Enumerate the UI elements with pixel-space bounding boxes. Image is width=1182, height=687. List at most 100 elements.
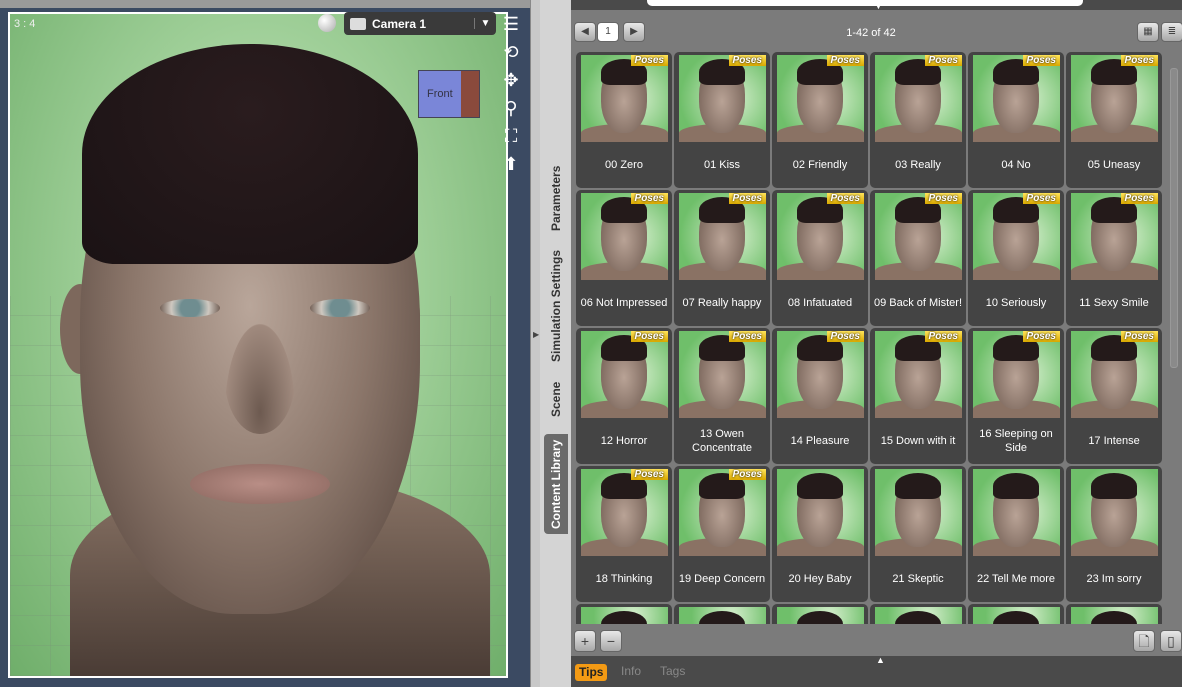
pose-badge: Poses [630,193,668,204]
pose-badge: Poses [1022,55,1060,66]
panel-splitter[interactable]: ▶ [530,0,540,687]
tab-info[interactable]: Info [621,664,641,679]
library-item[interactable]: Poses 10 Seriously [968,190,1064,326]
item-thumbnail [875,607,962,624]
pose-badge: Poses [1120,193,1158,204]
search-input[interactable] [647,0,1083,6]
pan-icon[interactable]: ✥ [503,68,518,92]
library-item[interactable]: Poses 04 No [968,52,1064,188]
figure-eye [310,299,370,317]
item-label: 15 Down with it [880,435,956,447]
figure-lips [190,464,330,504]
library-item[interactable] [870,604,966,624]
item-thumbnail: Poses [875,55,962,142]
library-item[interactable]: Poses 06 Not Impressed [576,190,672,326]
item-thumbnail: Poses [973,55,1060,142]
item-label: 22 Tell Me more [976,573,1056,585]
library-item[interactable]: 20 Hey Baby [772,466,868,602]
item-thumbnail: Poses [679,193,766,280]
library-item[interactable]: 21 Skeptic [870,466,966,602]
library-item[interactable]: Poses 17 Intense [1066,328,1162,464]
pose-badge: Poses [826,331,864,342]
library-item[interactable]: 22 Tell Me more [968,466,1064,602]
library-item[interactable]: Poses 08 Infatuated [772,190,868,326]
library-item[interactable]: Poses 11 Sexy Smile [1066,190,1162,326]
library-item[interactable]: Poses 15 Down with it [870,328,966,464]
library-item[interactable]: Poses 01 Kiss [674,52,770,188]
library-item[interactable]: Poses 03 Really [870,52,966,188]
tab-tips[interactable]: Tips [575,664,608,681]
item-thumbnail [973,469,1060,556]
aspect-ratio-label: 3 : 4 [14,18,36,30]
tab-simulation-settings[interactable]: Simulation Settings [544,246,568,366]
chevron-down-icon[interactable]: ▼ [474,18,496,29]
item-label: 16 Sleeping on Side [979,428,1053,454]
file-icon[interactable]: ▯ [1160,630,1182,652]
item-label: 01 Kiss [703,159,741,171]
item-thumbnail: Poses [875,193,962,280]
item-label: 20 Hey Baby [788,573,852,585]
item-thumbnail: Poses [581,331,668,418]
orbit-icon[interactable]: ⟲ [503,40,518,64]
library-item[interactable]: Poses 00 Zero [576,52,672,188]
item-label: 02 Friendly [792,159,848,171]
library-item[interactable] [968,604,1064,624]
draw-style-sphere-icon[interactable] [318,14,336,32]
add-button[interactable]: + [574,630,596,652]
tab-parameters[interactable]: Parameters [544,158,568,238]
item-label: 00 Zero [605,159,643,171]
item-thumbnail: Poses [777,331,864,418]
grid-view-button[interactable]: ▦ [1137,22,1159,42]
item-thumbnail: Poses [679,469,766,556]
pose-badge: Poses [728,331,766,342]
expand-arrow-icon[interactable]: ▼ [874,2,883,11]
item-thumbnail: Poses [777,193,864,280]
scrollbar-thumb[interactable] [1170,68,1178,368]
library-item[interactable]: Poses 05 Uneasy [1066,52,1162,188]
library-item[interactable] [576,604,672,624]
frame-icon[interactable]: ⛶ [505,124,518,148]
library-item[interactable]: Poses 07 Really happy [674,190,770,326]
tab-content-library[interactable]: Content Library [544,434,568,534]
library-item[interactable]: Poses 12 Horror [576,328,672,464]
library-item[interactable] [674,604,770,624]
library-item[interactable]: Poses 16 Sleeping on Side [968,328,1064,464]
item-thumbnail [875,469,962,556]
pose-badge: Poses [924,55,962,66]
pose-badge: Poses [826,193,864,204]
scrollbar[interactable] [1168,52,1180,624]
list-view-button[interactable]: ≣ [1161,22,1182,42]
library-item[interactable]: Poses 09 Back of Mister! [870,190,966,326]
library-item[interactable]: 23 Im sorry [1066,466,1162,602]
item-thumbnail [973,607,1060,624]
camera-icon [350,17,366,30]
library-item[interactable]: Poses 02 Friendly [772,52,868,188]
view-cube[interactable]: Front [418,70,480,118]
pose-badge: Poses [630,55,668,66]
pose-badge: Poses [924,331,962,342]
library-item[interactable]: Poses 14 Pleasure [772,328,868,464]
item-label: 10 Seriously [985,297,1047,309]
library-item[interactable]: Poses 19 Deep Concern [674,466,770,602]
item-thumbnail [777,469,864,556]
library-item[interactable] [772,604,868,624]
library-item[interactable]: Poses 13 Owen Concentrate [674,328,770,464]
item-thumbnail: Poses [1071,331,1158,418]
menu-icon[interactable]: ☰ [503,12,519,36]
tab-tags[interactable]: Tags [660,664,685,679]
remove-button[interactable]: − [600,630,622,652]
item-label: 04 No [1001,159,1031,171]
tab-scene[interactable]: Scene [544,376,568,422]
expand-up-icon[interactable]: ▲ [876,656,885,665]
item-label: 03 Really [895,159,941,171]
item-label: 11 Sexy Smile [1079,297,1149,309]
camera-selector[interactable]: Camera 1 ▼ [344,12,496,35]
collapse-arrow-icon[interactable]: ▶ [533,330,539,339]
reset-view-icon[interactable]: ⬆ [503,152,518,176]
library-item[interactable]: Poses 18 Thinking [576,466,672,602]
zoom-icon[interactable]: ⚲ [504,96,517,120]
pose-badge: Poses [1120,331,1158,342]
library-item[interactable] [1066,604,1162,624]
document-icon[interactable]: 🗋 [1133,630,1155,652]
item-count: 1-42 of 42 [846,27,896,39]
